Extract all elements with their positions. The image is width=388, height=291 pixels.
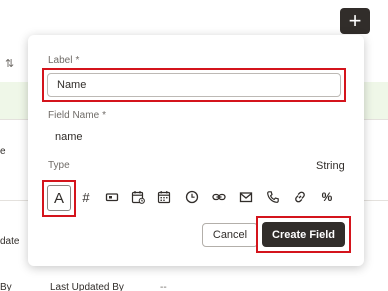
number-type-icon[interactable]: #	[75, 186, 97, 208]
label-caption: Label *	[48, 55, 80, 66]
clipped-row-text: date	[0, 236, 20, 247]
text-type-icon[interactable]: A	[47, 185, 71, 211]
field-name-caption: Field Name *	[48, 110, 107, 121]
plus-icon: +	[348, 8, 362, 33]
currency-type-icon[interactable]	[101, 186, 123, 208]
datetime-type-icon[interactable]	[127, 186, 149, 208]
clipped-row-text: e	[0, 146, 6, 157]
create-field-button[interactable]: Create Field	[262, 222, 345, 247]
label-input[interactable]: Name	[47, 73, 341, 97]
last-updated-by-label: Last Updated By	[50, 282, 124, 291]
type-caption: Type	[48, 160, 70, 171]
percentage-type-icon[interactable]: %	[316, 186, 338, 208]
phone-type-icon[interactable]	[262, 186, 284, 208]
link-type-icon[interactable]	[208, 186, 230, 208]
last-updated-by-value: --	[160, 282, 167, 291]
cancel-button[interactable]: Cancel	[202, 223, 258, 247]
type-value: String	[316, 160, 345, 172]
add-field-button[interactable]: +	[340, 8, 370, 34]
date-type-icon[interactable]	[153, 186, 175, 208]
clipped-row-text: By	[0, 282, 12, 291]
url-type-icon[interactable]	[289, 186, 311, 208]
time-type-icon[interactable]	[181, 186, 203, 208]
sort-arrows-icon[interactable]: ⇅	[5, 57, 14, 70]
email-type-icon[interactable]	[235, 186, 257, 208]
field-name-value: name	[55, 131, 83, 143]
